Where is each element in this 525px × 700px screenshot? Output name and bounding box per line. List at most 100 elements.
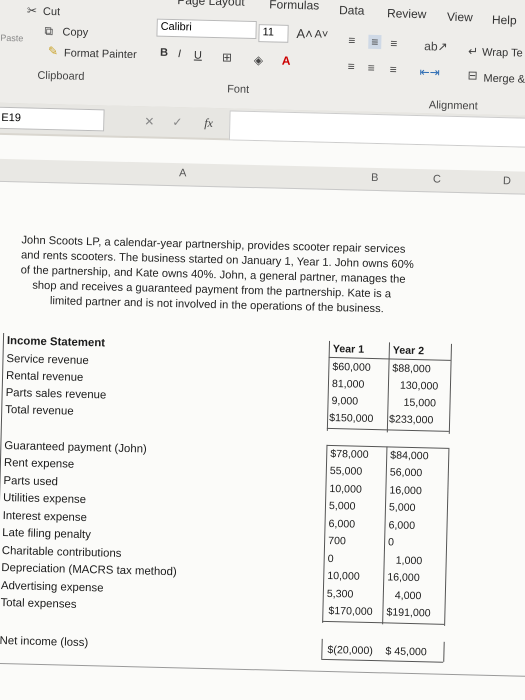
year1-value: 55,000 [329, 464, 363, 478]
table-border [321, 658, 444, 663]
worksheet[interactable]: A B C D John Scoots LP, a calendar-year … [0, 134, 525, 700]
year2-value: 15,000 [403, 396, 437, 410]
row-header[interactable]: 1 [0, 317, 2, 328]
year2-value: 16,000 [389, 484, 422, 498]
year2-value: 4,000 [394, 589, 422, 603]
insert-function-button[interactable]: fx [204, 116, 213, 131]
year2-value: $191,000 [386, 606, 431, 620]
column-b-header[interactable]: B [371, 172, 379, 184]
name-box[interactable]: E19 [0, 106, 105, 132]
copy-button[interactable]: Copy [62, 26, 88, 39]
tab-page-layout[interactable]: Page Layout [177, 0, 245, 9]
year1-value: 5,300 [326, 587, 354, 601]
underline-button[interactable]: U [194, 50, 202, 62]
excel-window: Page Layout Formulas Data Review View He… [0, 0, 525, 700]
indent-icon[interactable]: ⇤⇥ [419, 65, 439, 79]
year2-value: 16,000 [387, 571, 420, 585]
table-border [326, 427, 449, 432]
grow-font-icon[interactable]: A˄ [296, 26, 313, 41]
table-border [321, 638, 323, 659]
merge-icon: ⊟ [467, 68, 478, 83]
ribbon: Page Layout Formulas Data Review View He… [0, 0, 525, 116]
row-header[interactable]: 3 [0, 353, 1, 364]
year1-value: 10,000 [327, 569, 360, 583]
year1-value: 9,000 [331, 395, 359, 408]
year2-value: 1,000 [395, 554, 423, 568]
orientation-icon[interactable]: ab↗ [424, 39, 448, 54]
tab-help[interactable]: Help [492, 13, 517, 28]
table-border [444, 447, 450, 626]
year2-value: 56,000 [389, 466, 423, 480]
column-c-header[interactable]: C [433, 173, 441, 185]
align-middle-icon[interactable]: ≡ [368, 34, 382, 50]
wrap-text-button[interactable]: Wrap Te [482, 47, 523, 60]
year1-value: $60,000 [332, 361, 371, 374]
column-d-header[interactable]: D [503, 175, 511, 187]
shrink-font-icon[interactable]: A˅ [314, 28, 328, 40]
expense-label: Advertising expense [0, 579, 104, 595]
tab-review[interactable]: Review [387, 6, 427, 21]
table-border [328, 356, 451, 361]
cancel-icon[interactable]: ✕ [144, 114, 154, 128]
revenue-label: Parts sales revenue [5, 387, 107, 402]
expense-label: Interest expense [2, 510, 87, 525]
year2-value: $ 45,000 [385, 645, 427, 659]
align-center-icon[interactable]: ≡ [368, 61, 375, 75]
copy-icon: ⧉ [44, 23, 54, 39]
format-painter-icon: ✎ [47, 43, 59, 59]
format-painter-button[interactable]: Format Painter [64, 47, 137, 61]
year2-value: 0 [387, 536, 395, 549]
year1-value: 700 [327, 534, 346, 548]
align-left-icon[interactable]: ≡ [348, 59, 355, 73]
tab-data[interactable]: Data [339, 3, 365, 18]
align-right-icon[interactable]: ≡ [390, 62, 397, 76]
align-top-icon[interactable]: ≡ [348, 33, 355, 47]
italic-button[interactable]: I [178, 48, 181, 60]
wrap-text-icon: ↵ [467, 44, 479, 59]
tab-formulas[interactable]: Formulas [269, 0, 319, 13]
year1-value: $150,000 [328, 411, 374, 426]
tab-view[interactable]: View [447, 10, 473, 25]
year2-value: $84,000 [390, 449, 429, 463]
column-headers: A B C D [0, 158, 525, 195]
font-size-select[interactable]: 11 [258, 24, 289, 43]
bold-button[interactable]: B [160, 47, 168, 59]
year1-value: 0 [327, 552, 334, 566]
year2-value: $88,000 [392, 362, 431, 376]
year2-value: 6,000 [388, 519, 416, 533]
revenue-label: Service revenue [6, 353, 89, 368]
fill-color-icon[interactable]: ◈ [254, 53, 264, 67]
clipboard-group-label: Clipboard [37, 69, 85, 83]
year1-value: $(20,000) [327, 643, 373, 658]
problem-description: John Scoots LP, a calendar-year partners… [20, 233, 472, 319]
net-income-label: Net income (loss) [0, 634, 89, 650]
table-border [448, 343, 452, 434]
screenshot-stage: Page Layout Formulas Data Review View He… [0, 0, 525, 700]
column-a-header[interactable]: A [179, 167, 187, 179]
borders-icon[interactable]: ⊞ [222, 50, 232, 64]
year1-value: $170,000 [328, 604, 373, 619]
font-group-label: Font [226, 83, 250, 96]
expense-label: Utilities expense [2, 492, 87, 507]
cut-button[interactable]: Cut [43, 6, 60, 18]
year2-value: 5,000 [388, 501, 416, 515]
expense-label: Charitable contributions [1, 544, 122, 560]
year1-value: 5,000 [328, 499, 356, 513]
font-color-icon[interactable]: A [282, 54, 291, 68]
year1-value: $78,000 [330, 447, 369, 461]
font-name-select[interactable]: Calibri [156, 18, 257, 40]
alignment-group-label: Alignment [428, 99, 478, 113]
enter-icon[interactable]: ✓ [172, 115, 182, 129]
align-bottom-icon[interactable]: ≡ [390, 36, 397, 50]
paste-button[interactable]: Paste [0, 33, 23, 44]
total-expenses-label: Total expenses [0, 596, 77, 611]
income-statement-title: Income Statement [6, 335, 106, 350]
year1-header: Year 1 [332, 343, 365, 356]
year1-value: 10,000 [329, 482, 362, 496]
total-revenue-label: Total revenue [5, 404, 74, 418]
year1-value: 81,000 [331, 378, 365, 391]
table-border [322, 620, 445, 625]
table-border [443, 641, 445, 662]
row-header[interactable]: 2 [0, 335, 1, 346]
merge-center-button[interactable]: Merge & [483, 73, 525, 86]
